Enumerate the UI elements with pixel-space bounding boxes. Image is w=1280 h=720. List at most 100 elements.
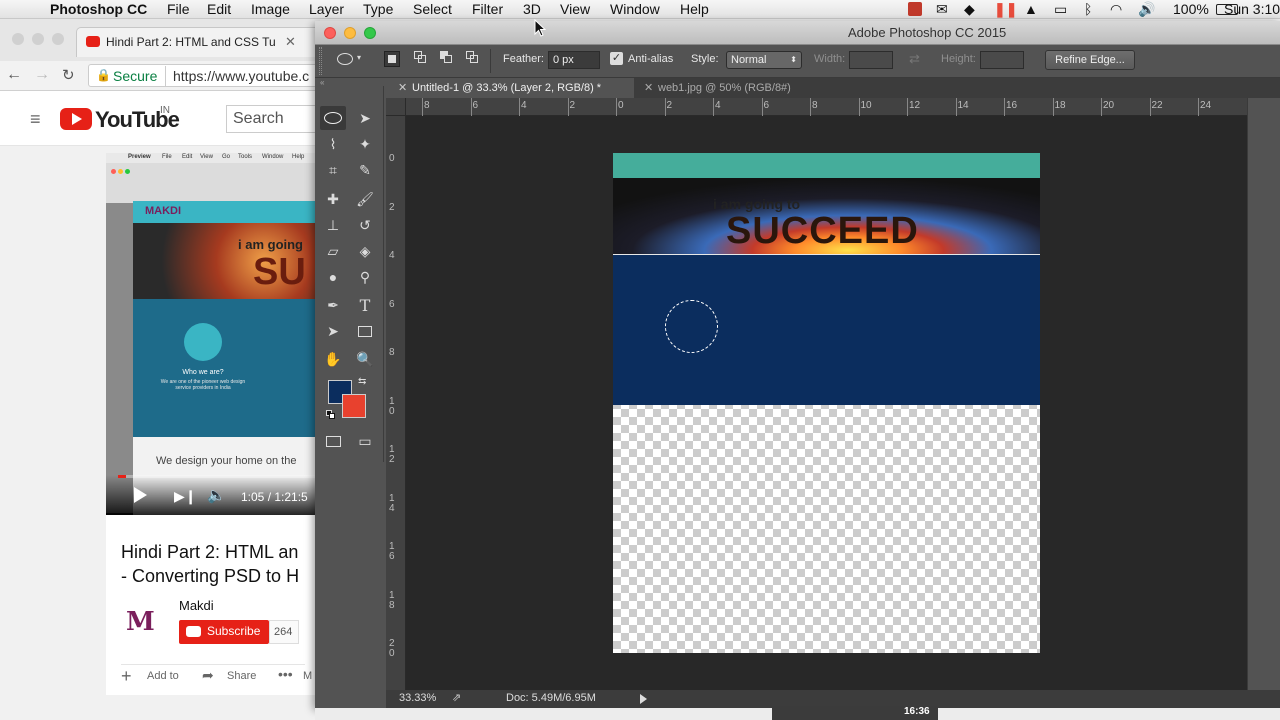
play-icon[interactable] — [134, 487, 147, 503]
history-brush-tool-icon[interactable]: ↺ — [352, 213, 378, 237]
video-player[interactable]: Preview File Edit View Go Tools Window H… — [106, 153, 320, 515]
background-color-swatch[interactable] — [342, 394, 366, 418]
share-label[interactable]: Share — [227, 670, 256, 682]
browser-tab[interactable]: Hindi Part 2: HTML and CSS Tu ✕ — [76, 27, 320, 57]
ps-zoom-icon[interactable] — [364, 27, 376, 39]
eraser-tool-icon[interactable]: ▱ — [320, 239, 346, 263]
more-icon[interactable]: ••• — [278, 666, 293, 682]
add-to-icon[interactable]: + — [121, 666, 132, 687]
hand-tool-icon[interactable]: ✋ — [320, 347, 346, 371]
subtract-selection-icon[interactable] — [440, 51, 454, 65]
menu-edit[interactable]: Edit — [207, 0, 231, 19]
youtube-logo-icon[interactable] — [60, 108, 92, 130]
zoom-level[interactable]: 33.33% — [399, 692, 436, 704]
clock[interactable]: Sun 3:10 — [1224, 0, 1280, 19]
paint-bucket-tool-icon[interactable]: ◈ — [352, 239, 378, 263]
add-to-label[interactable]: Add to — [147, 670, 179, 682]
reload-icon[interactable]: ↻ — [62, 66, 75, 84]
wifi-icon[interactable]: ◠ — [1110, 0, 1122, 19]
zoom-tool-icon[interactable]: 🔍 — [352, 347, 378, 371]
ruler-horizontal[interactable]: 864202468101214161820222426 — [406, 98, 1260, 116]
style-select[interactable]: Normal ⬍ — [726, 51, 802, 69]
app-menu[interactable]: Photoshop CC — [50, 0, 147, 19]
address-bar[interactable]: 🔒 Secure https://www.youtube.c — [88, 64, 320, 87]
refine-edge-button[interactable]: Refine Edge... — [1045, 50, 1135, 70]
add-selection-icon[interactable] — [414, 51, 428, 65]
dodge-tool-icon[interactable]: ⚲ — [352, 265, 378, 289]
clone-stamp-tool-icon[interactable]: ⊥ — [320, 213, 346, 237]
eyedropper-tool-icon[interactable]: ✎ — [352, 158, 378, 182]
quick-mask-icon[interactable] — [320, 429, 346, 453]
minimize-window-icon[interactable] — [32, 33, 44, 45]
back-icon[interactable]: ← — [6, 66, 22, 84]
doc-tab-web1[interactable]: ✕ web1.jpg @ 50% (RGB/8#) — [636, 78, 816, 98]
elliptical-marquee-preset-icon[interactable] — [337, 53, 353, 65]
toolbar-collapse[interactable]: « — [318, 78, 384, 87]
menu-window[interactable]: Window — [610, 0, 660, 19]
search-input[interactable]: Search — [226, 105, 320, 133]
dropbox-icon[interactable]: ◆ — [964, 0, 975, 19]
default-colors-icon[interactable] — [326, 410, 336, 420]
screen-mode-icon[interactable]: ▭ — [352, 429, 378, 453]
menu-layer[interactable]: Layer — [309, 0, 344, 19]
more-label[interactable]: M — [303, 670, 312, 682]
move-tool-icon[interactable]: ➤ — [352, 106, 378, 130]
pause-icon[interactable]: ❚❚ — [994, 0, 1017, 19]
next-icon[interactable]: ▶❙ — [174, 488, 197, 505]
menu-filter[interactable]: Filter — [472, 0, 503, 19]
share-icon[interactable]: ➦ — [202, 667, 214, 684]
ps-close-icon[interactable] — [324, 27, 336, 39]
channel-name[interactable]: Makdi — [179, 598, 214, 613]
video-progress-bar[interactable] — [118, 475, 320, 478]
elliptical-marquee-tool-icon[interactable] — [320, 106, 346, 130]
menu-file[interactable]: File — [167, 0, 190, 19]
notification-icon[interactable]: ✉ — [936, 0, 948, 19]
subscribe-button[interactable]: Subscribe — [179, 620, 269, 644]
url-text[interactable]: https://www.youtube.c — [173, 68, 309, 84]
volume-control-icon[interactable]: 🔈 — [207, 486, 226, 504]
preset-dropdown-icon[interactable]: ▾ — [357, 53, 361, 62]
screen-record-icon[interactable] — [908, 2, 922, 16]
zoom-window-icon[interactable] — [52, 33, 64, 45]
doc-tab-untitled[interactable]: ✕ Untitled-1 @ 33.3% (Layer 2, RGB/8) * — [390, 78, 634, 98]
drive-icon[interactable]: ▲ — [1024, 0, 1038, 19]
airplay-icon[interactable]: ▭ — [1054, 0, 1067, 19]
document-canvas[interactable]: i am going to SUCCEED — [613, 153, 1040, 653]
antialias-checkbox[interactable]: ✓ — [610, 52, 623, 65]
swap-colors-icon[interactable]: ⇆ — [358, 376, 366, 387]
close-window-icon[interactable] — [12, 33, 24, 45]
elliptical-selection[interactable] — [665, 300, 718, 353]
share-document-icon[interactable]: ⇗ — [452, 691, 461, 704]
menu-3d[interactable]: 3D — [523, 0, 541, 19]
intersect-selection-icon[interactable] — [466, 51, 480, 65]
ruler-vertical[interactable]: 0 2 4 6 8 1 0 1 2 1 4 1 6 1 8 2 0 — [386, 98, 406, 690]
bluetooth-icon[interactable]: ᛒ — [1084, 0, 1092, 19]
type-tool-icon[interactable]: T — [352, 293, 378, 317]
doc-tab-close-icon[interactable]: ✕ — [398, 81, 407, 94]
brush-tool-icon[interactable]: 🖌 — [352, 187, 378, 211]
volume-icon[interactable]: 🔊 — [1138, 0, 1155, 19]
feather-input[interactable]: 0 px — [548, 51, 600, 69]
menu-type[interactable]: Type — [363, 0, 393, 19]
menu-view[interactable]: View — [560, 0, 590, 19]
ruler-origin[interactable] — [386, 98, 406, 116]
ps-minimize-icon[interactable] — [344, 27, 356, 39]
menu-select[interactable]: Select — [413, 0, 452, 19]
close-tab-icon[interactable]: ✕ — [285, 34, 296, 50]
crop-tool-icon[interactable]: ⌗ — [320, 158, 346, 182]
blur-tool-icon[interactable]: ● — [320, 265, 346, 289]
new-selection-icon[interactable] — [384, 51, 400, 67]
menu-image[interactable]: Image — [251, 0, 290, 19]
pen-tool-icon[interactable]: ✒ — [320, 293, 346, 317]
path-selection-tool-icon[interactable]: ➤ — [320, 319, 346, 343]
lasso-tool-icon[interactable]: ⌇ — [320, 132, 346, 156]
healing-brush-tool-icon[interactable]: ✚ — [320, 187, 346, 211]
menu-help[interactable]: Help — [680, 0, 709, 19]
forward-icon[interactable]: → — [34, 66, 50, 84]
doc-tab-close-icon[interactable]: ✕ — [644, 81, 653, 94]
hamburger-menu-icon[interactable]: ≡ — [30, 109, 41, 130]
rectangle-tool-icon[interactable] — [352, 319, 378, 343]
magic-wand-tool-icon[interactable]: ✦ — [352, 132, 378, 156]
status-menu-arrow-icon[interactable] — [640, 694, 647, 704]
battery-level[interactable]: 100% — [1173, 0, 1209, 19]
